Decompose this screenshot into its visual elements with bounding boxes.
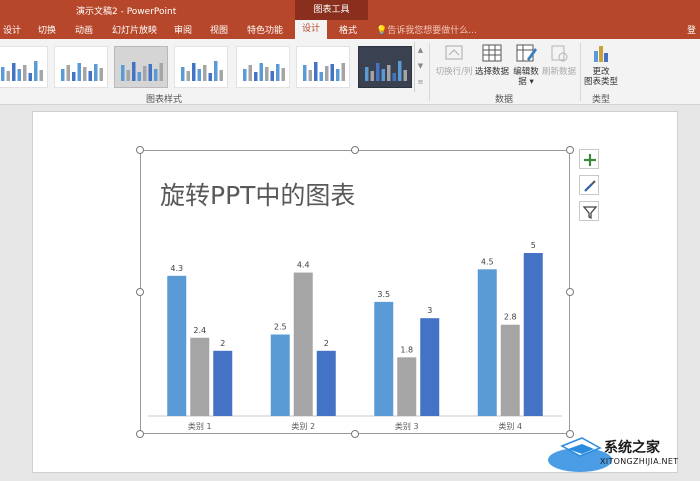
chart-style-preview [61, 63, 103, 81]
tab-view[interactable]: 视图 [210, 23, 228, 36]
bar-s3-c4[interactable] [523, 253, 543, 416]
chart-style-4[interactable] [174, 46, 228, 88]
chart-style-preview [303, 62, 345, 81]
chart-style-7[interactable] [358, 46, 412, 88]
change-chart-type-label-1: 更改 [592, 67, 610, 77]
chart-style-1[interactable] [0, 46, 48, 88]
bar-s3-c2[interactable] [316, 350, 336, 416]
change-chart-type-icon [594, 46, 608, 62]
group-label-data: 数据 [495, 95, 514, 105]
chart-styles-button[interactable] [579, 175, 599, 195]
tab-chart-format[interactable]: 格式 [339, 23, 357, 36]
tab-features[interactable]: 特色功能 [247, 23, 283, 36]
switch-row-column-button[interactable]: 切换行/列 [433, 42, 475, 77]
data-label-s3-c4: 5 [531, 241, 536, 250]
change-chart-type-label-2: 图表类型 [583, 77, 618, 87]
category-label-2: 类别 2 [291, 421, 315, 431]
tell-me-text: 告诉我您想要做什么... [387, 26, 477, 36]
change-chart-type-button[interactable]: 更改 图表类型 [582, 42, 620, 87]
gallery-more-icon[interactable]: ≡ [415, 74, 426, 90]
chart-style-3[interactable] [114, 46, 168, 88]
refresh-data-label: 刷新数据 [541, 67, 576, 77]
watermark-subtitle: XITONGZHIJIA.NET [600, 457, 679, 466]
data-label-s3-c1: 2 [220, 339, 225, 348]
login-link[interactable]: 登 [687, 23, 696, 36]
data-label-s1-c2: 2.5 [274, 323, 287, 332]
gallery-scroller: ▲ ▼ ≡ [414, 42, 426, 92]
tab-transitions[interactable]: 切换 [38, 23, 56, 36]
edit-data-button[interactable]: 编辑数 据 ▾ [511, 42, 541, 87]
bar-s3-c1[interactable] [213, 350, 233, 416]
tab-slideshow[interactable]: 幻灯片放映 [112, 23, 157, 36]
edit-data-label-1: 编辑数 [513, 67, 539, 77]
tab-animations[interactable]: 动画 [75, 23, 93, 36]
ribbon: ▲ ▼ ≡ 图表样式 切换行/列 选择数据 编辑数 据 ▾ 刷新数据 数据 更改… [0, 39, 700, 105]
chart-style-preview [121, 62, 163, 81]
select-data-label: 选择数据 [474, 67, 509, 77]
tab-review[interactable]: 审阅 [174, 23, 192, 36]
edit-data-label-2: 据 ▾ [518, 77, 534, 87]
tab-chart-design[interactable]: 设计 [295, 20, 328, 39]
bar-s1-c2[interactable] [270, 334, 290, 417]
gallery-down-icon[interactable]: ▼ [415, 58, 426, 74]
bar-s3-c3[interactable] [420, 318, 440, 416]
switch-row-column-icon [445, 45, 463, 60]
switch-row-column-label: 切换行/列 [435, 67, 473, 77]
data-label-s2-c2: 4.4 [297, 261, 310, 270]
lightbulb-icon: 💡 [376, 26, 388, 36]
select-data-button[interactable]: 选择数据 [474, 42, 510, 77]
chart-elements-button[interactable] [579, 149, 599, 169]
filter-icon [582, 206, 598, 220]
chart-style-5[interactable] [236, 46, 290, 88]
tell-me-search[interactable]: 💡告诉我您想要做什么... [376, 23, 477, 36]
chart-style-2[interactable] [54, 46, 108, 88]
ribbon-separator [580, 43, 581, 101]
chart-tools-context-label: 图表工具 [295, 0, 368, 20]
chart-plot[interactable]: 4.3 2.4 2 类别 1 2.5 4.4 2 类别 2 3.5 1.8 3 类别 3 4.5 2.8 5… [140, 150, 570, 434]
gallery-up-icon[interactable]: ▲ [415, 42, 426, 58]
group-label-type: 类型 [592, 95, 611, 105]
group-label-chart-styles: 图表样式 [146, 95, 183, 105]
document-title: 演示文稿2 - PowerPoint [76, 7, 177, 17]
ribbon-separator [429, 43, 430, 101]
data-label-s1-c4: 4.5 [481, 257, 494, 266]
refresh-data-button[interactable]: 刷新数据 [541, 42, 577, 77]
data-label-s3-c3: 3 [427, 306, 432, 315]
bar-s2-c2[interactable] [293, 272, 313, 416]
watermark-title: 系统之家 [604, 440, 660, 456]
chart-style-preview [365, 61, 407, 81]
ribbon-tab-bar: 设计 切换 动画 幻灯片放映 审阅 视图 特色功能 设计 格式 💡告诉我您想要做… [0, 20, 700, 39]
bar-s1-c1[interactable] [167, 275, 187, 416]
category-label-4: 类别 4 [498, 421, 522, 431]
chart-style-preview [181, 61, 223, 81]
bar-s2-c3[interactable] [397, 357, 417, 416]
plus-icon [584, 154, 596, 166]
edit-data-icon [516, 44, 537, 62]
bar-s1-c3[interactable] [374, 301, 394, 416]
tab-design-left[interactable]: 设计 [3, 23, 21, 36]
title-bar: 演示文稿2 - PowerPoint 图表工具 [0, 0, 700, 20]
data-label-s1-c1: 4.3 [170, 264, 183, 273]
brush-icon [584, 180, 596, 192]
data-label-s1-c3: 3.5 [377, 290, 390, 299]
category-label-1: 类别 1 [188, 421, 212, 431]
refresh-data-icon [551, 45, 568, 62]
category-label-3: 类别 3 [395, 421, 419, 431]
data-label-s2-c4: 2.8 [504, 313, 517, 322]
chart-filters-button[interactable] [579, 201, 599, 221]
bar-s1-c4[interactable] [477, 269, 497, 416]
select-data-icon [482, 44, 502, 62]
chart-style-preview [1, 61, 43, 81]
data-label-s2-c3: 1.8 [400, 345, 413, 354]
data-label-s2-c1: 2.4 [193, 326, 206, 335]
data-label-s3-c2: 2 [324, 339, 329, 348]
bar-s2-c4[interactable] [500, 324, 520, 416]
chart-style-preview [243, 63, 285, 81]
chart-style-6[interactable] [296, 46, 350, 88]
bar-s2-c1[interactable] [190, 337, 210, 416]
